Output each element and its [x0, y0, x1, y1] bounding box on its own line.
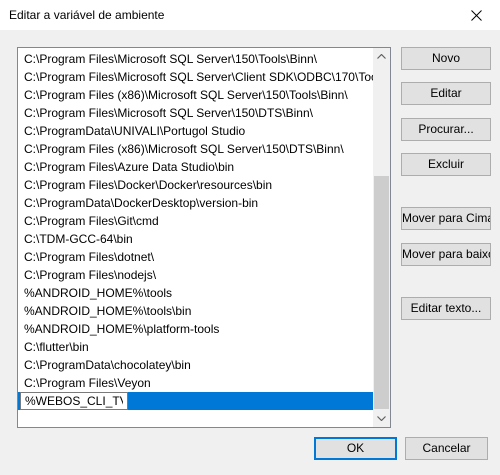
list-item[interactable]: C:\ProgramData\DockerDesktop\version-bin — [18, 194, 373, 212]
list-item[interactable]: C:\Program Files\Microsoft SQL Server\Cl… — [18, 68, 373, 86]
list-item-selected[interactable] — [18, 392, 373, 410]
vertical-scrollbar[interactable] — [373, 48, 390, 427]
list-item[interactable]: C:\Program Files\nodejs\ — [18, 266, 373, 284]
list-item[interactable]: C:\ProgramData\UNIVALI\Portugol Studio — [18, 122, 373, 140]
chevron-up-icon — [377, 54, 386, 59]
list-item[interactable]: C:\Program Files\Microsoft SQL Server\15… — [18, 50, 373, 68]
list-item[interactable]: %ANDROID_HOME%\tools\bin — [18, 302, 373, 320]
list-item[interactable]: C:\Program Files\Veyon — [18, 374, 373, 392]
list-item[interactable]: %ANDROID_HOME%\tools — [18, 284, 373, 302]
list-item[interactable]: C:\Program Files\Microsoft SQL Server\15… — [18, 104, 373, 122]
dialog-client-area: C:\Program Files\Microsoft SQL Server\15… — [0, 30, 500, 475]
browse-button[interactable]: Procurar... — [401, 118, 491, 141]
delete-button[interactable]: Excluir — [401, 153, 491, 176]
list-item[interactable]: C:\TDM-GCC-64\bin — [18, 230, 373, 248]
list-item[interactable]: C:\ProgramData\chocolatey\bin — [18, 356, 373, 374]
list-item[interactable]: C:\Program Files\Git\cmd — [18, 212, 373, 230]
close-icon — [471, 10, 482, 21]
window-title: Editar a variável de ambiente — [9, 8, 165, 22]
list-item[interactable]: C:\Program Files\Azure Data Studio\bin — [18, 158, 373, 176]
move-down-button[interactable]: Mover para baixo — [401, 243, 491, 266]
scroll-thumb[interactable] — [374, 176, 389, 409]
list-item[interactable]: C:\Program Files (x86)\Microsoft SQL Ser… — [18, 140, 373, 158]
close-button[interactable] — [454, 0, 500, 30]
path-list-rows: C:\Program Files\Microsoft SQL Server\15… — [18, 50, 373, 410]
cancel-button[interactable]: Cancelar — [405, 437, 488, 460]
scroll-down-button[interactable] — [373, 410, 390, 427]
new-button[interactable]: Novo — [401, 47, 491, 70]
move-up-button[interactable]: Mover para Cima — [401, 207, 491, 230]
list-item[interactable]: %ANDROID_HOME%\platform-tools — [18, 320, 373, 338]
scroll-up-button[interactable] — [373, 48, 390, 65]
path-edit-input[interactable] — [20, 392, 128, 410]
edit-text-button[interactable]: Editar texto... — [401, 297, 491, 320]
path-list[interactable]: C:\Program Files\Microsoft SQL Server\15… — [17, 47, 391, 428]
title-bar: Editar a variável de ambiente — [0, 0, 500, 30]
list-item[interactable]: C:\Program Files\Docker\Docker\resources… — [18, 176, 373, 194]
list-item[interactable]: C:\flutter\bin — [18, 338, 373, 356]
chevron-down-icon — [377, 416, 386, 421]
list-item[interactable]: C:\Program Files (x86)\Microsoft SQL Ser… — [18, 86, 373, 104]
ok-button[interactable]: OK — [314, 437, 397, 460]
edit-button[interactable]: Editar — [401, 82, 491, 105]
list-item[interactable]: C:\Program Files\dotnet\ — [18, 248, 373, 266]
